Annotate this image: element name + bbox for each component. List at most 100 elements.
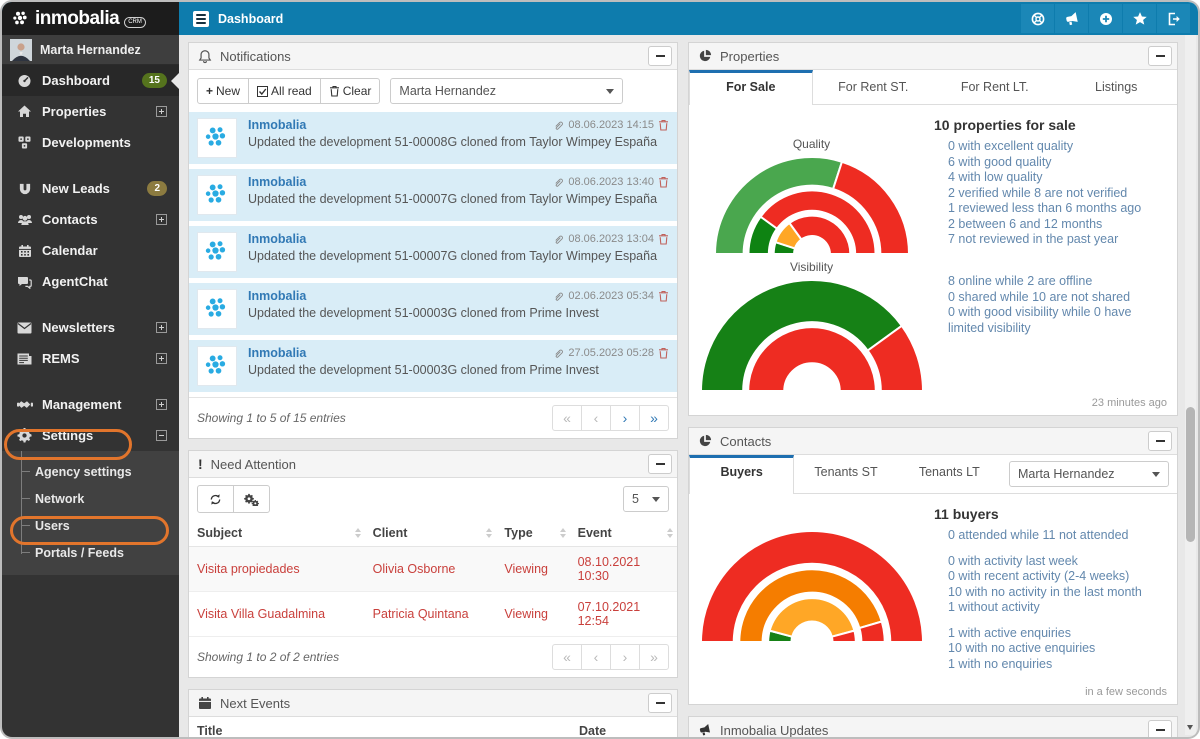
submenu-item-portals-feeds[interactable]: Portals / Feeds — [2, 539, 179, 566]
submenu-item-users[interactable]: Users — [2, 512, 179, 539]
notification-item[interactable]: Inmobalia 08.06.2023 13:04 Updated the d… — [189, 226, 677, 278]
cell-subject[interactable]: Visita Villa Guadalmina — [189, 592, 365, 637]
sender-avatar — [197, 118, 237, 158]
submenu-item-network[interactable]: Network — [2, 485, 179, 512]
column-header-event[interactable]: Event — [570, 520, 677, 547]
user-profile[interactable]: Marta Hernandez — [2, 35, 179, 65]
expand-plus-icon[interactable] — [156, 322, 167, 333]
notification-item[interactable]: Inmobalia 08.06.2023 13:40 Updated the d… — [189, 169, 677, 221]
sidebar-item-newsletters[interactable]: Newsletters — [2, 312, 179, 343]
sidebar-item-rems[interactable]: REMS — [2, 343, 179, 374]
next-page-button[interactable]: › — [610, 644, 640, 670]
trash-icon[interactable] — [658, 347, 669, 359]
sidebar-item-developments[interactable]: Developments — [2, 127, 179, 158]
logout-button[interactable] — [1157, 4, 1190, 33]
scrollbar-down-arrow[interactable] — [1187, 725, 1193, 733]
collapse-button[interactable] — [648, 46, 672, 66]
trash-icon[interactable] — [658, 233, 669, 245]
showing-entries-text: Showing 1 to 5 of 15 entries — [197, 411, 346, 425]
expand-plus-icon[interactable] — [156, 106, 167, 117]
cell-type[interactable]: Viewing — [496, 547, 569, 592]
sidebar-item-agentchat[interactable]: AgentChat — [2, 266, 179, 297]
sidebar-item-dashboard[interactable]: Dashboard 15 — [2, 65, 179, 96]
tab-listings[interactable]: Listings — [1056, 70, 1178, 104]
last-page-button[interactable]: » — [639, 405, 669, 431]
support-button[interactable] — [1021, 4, 1054, 33]
notification-item[interactable]: Inmobalia 02.06.2023 05:34 Updated the d… — [189, 283, 677, 335]
quality-gauge-label: Quality — [793, 137, 830, 151]
sender-name[interactable]: Inmobalia — [248, 346, 306, 360]
cell-client[interactable]: Olivia Osborne — [365, 547, 497, 592]
sidebar-item-new-leads[interactable]: New Leads 2 — [2, 173, 179, 204]
new-notification-button[interactable]: +New — [197, 78, 249, 104]
sidebar-item-calendar[interactable]: Calendar — [2, 235, 179, 266]
collapse-button[interactable] — [648, 454, 672, 474]
next-page-button[interactable]: › — [610, 405, 640, 431]
collapse-button[interactable] — [1148, 46, 1172, 66]
prev-page-button[interactable]: ‹ — [581, 644, 611, 670]
refresh-button[interactable] — [197, 485, 234, 513]
clear-notifications-button[interactable]: Clear — [320, 78, 381, 104]
tab-tenants-st[interactable]: Tenants ST — [794, 455, 897, 493]
cell-event[interactable]: 07.10.2021 12:54 — [570, 592, 677, 637]
notification-item[interactable]: Inmobalia 08.06.2023 14:15 Updated the d… — [189, 112, 677, 164]
tab-for-rent-st[interactable]: For Rent ST. — [813, 70, 935, 104]
sidebar-item-settings[interactable]: Settings — [2, 420, 179, 451]
widget-settings-button[interactable] — [233, 485, 270, 513]
announcements-button[interactable] — [1055, 4, 1088, 33]
sender-name[interactable]: Inmobalia — [248, 289, 306, 303]
column-header-subject[interactable]: Subject — [189, 520, 365, 547]
menu-icon[interactable] — [193, 11, 209, 27]
sender-name[interactable]: Inmobalia — [248, 175, 306, 189]
sidebar-item-management[interactable]: Management — [2, 389, 179, 420]
collapse-button[interactable] — [1148, 720, 1172, 739]
cell-subject[interactable]: Visita propiedades — [189, 547, 365, 592]
column-header-type[interactable]: Type — [496, 520, 569, 547]
notification-item[interactable]: Inmobalia 27.05.2023 05:28 Updated the d… — [189, 340, 677, 392]
trash-icon[interactable] — [658, 290, 669, 302]
sender-name[interactable]: Inmobalia — [248, 118, 306, 132]
sender-name[interactable]: Inmobalia — [248, 232, 306, 246]
table-row[interactable]: Visita Villa Guadalmina Patricia Quintan… — [189, 592, 677, 637]
column-header-client[interactable]: Client — [365, 520, 497, 547]
sidebar: Marta Hernandez Dashboard 15 Properties … — [2, 35, 179, 737]
last-page-button[interactable]: » — [639, 644, 669, 670]
app-logo[interactable]: inmobalia CRM — [2, 2, 179, 35]
scrollbar-thumb[interactable] — [1186, 407, 1195, 542]
expand-plus-icon[interactable] — [156, 214, 167, 225]
tab-tenants-lt[interactable]: Tenants LT — [898, 455, 1001, 493]
contacts-header: Contacts — [689, 428, 1177, 455]
table-row[interactable]: Visita propiedades Olivia Osborne Viewin… — [189, 547, 677, 592]
submenu-item-agency-settings[interactable]: Agency settings — [2, 458, 179, 485]
tab-buyers[interactable]: Buyers — [689, 455, 794, 494]
add-button[interactable] — [1089, 4, 1122, 33]
plus-icon: + — [206, 84, 213, 98]
notification-text: Updated the development 51-00007G cloned… — [248, 192, 669, 206]
cell-client[interactable]: Patricia Quintana — [365, 592, 497, 637]
all-read-button[interactable]: All read — [248, 78, 321, 104]
collapse-button[interactable] — [648, 693, 672, 713]
expand-plus-icon[interactable] — [156, 399, 167, 410]
prev-page-button[interactable]: ‹ — [581, 405, 611, 431]
first-page-button[interactable]: « — [552, 405, 582, 431]
scrollbar-track[interactable] — [1185, 35, 1196, 735]
cell-type[interactable]: Viewing — [496, 592, 569, 637]
collapse-button[interactable] — [1148, 431, 1172, 451]
agent-select[interactable]: Marta Hernandez — [1009, 461, 1169, 487]
first-page-button[interactable]: « — [552, 644, 582, 670]
sidebar-item-label: Developments — [42, 135, 131, 150]
favorites-button[interactable] — [1123, 4, 1156, 33]
page-size-select[interactable]: 5 — [623, 486, 669, 512]
sidebar-item-properties[interactable]: Properties — [2, 96, 179, 127]
trash-icon[interactable] — [658, 119, 669, 131]
notification-text: Updated the development 51-00003G cloned… — [248, 306, 669, 320]
trash-icon[interactable] — [658, 176, 669, 188]
sidebar-item-contacts[interactable]: Contacts — [2, 204, 179, 235]
agent-select[interactable]: Marta Hernandez — [390, 78, 623, 104]
tab-for-rent-lt[interactable]: For Rent LT. — [934, 70, 1056, 104]
cell-event[interactable]: 08.10.2021 10:30 — [570, 547, 677, 592]
need-attention-toolbar: 5 — [189, 478, 677, 520]
tab-for-sale[interactable]: For Sale — [689, 70, 813, 105]
collapse-minus-icon[interactable] — [156, 430, 167, 441]
expand-plus-icon[interactable] — [156, 353, 167, 364]
